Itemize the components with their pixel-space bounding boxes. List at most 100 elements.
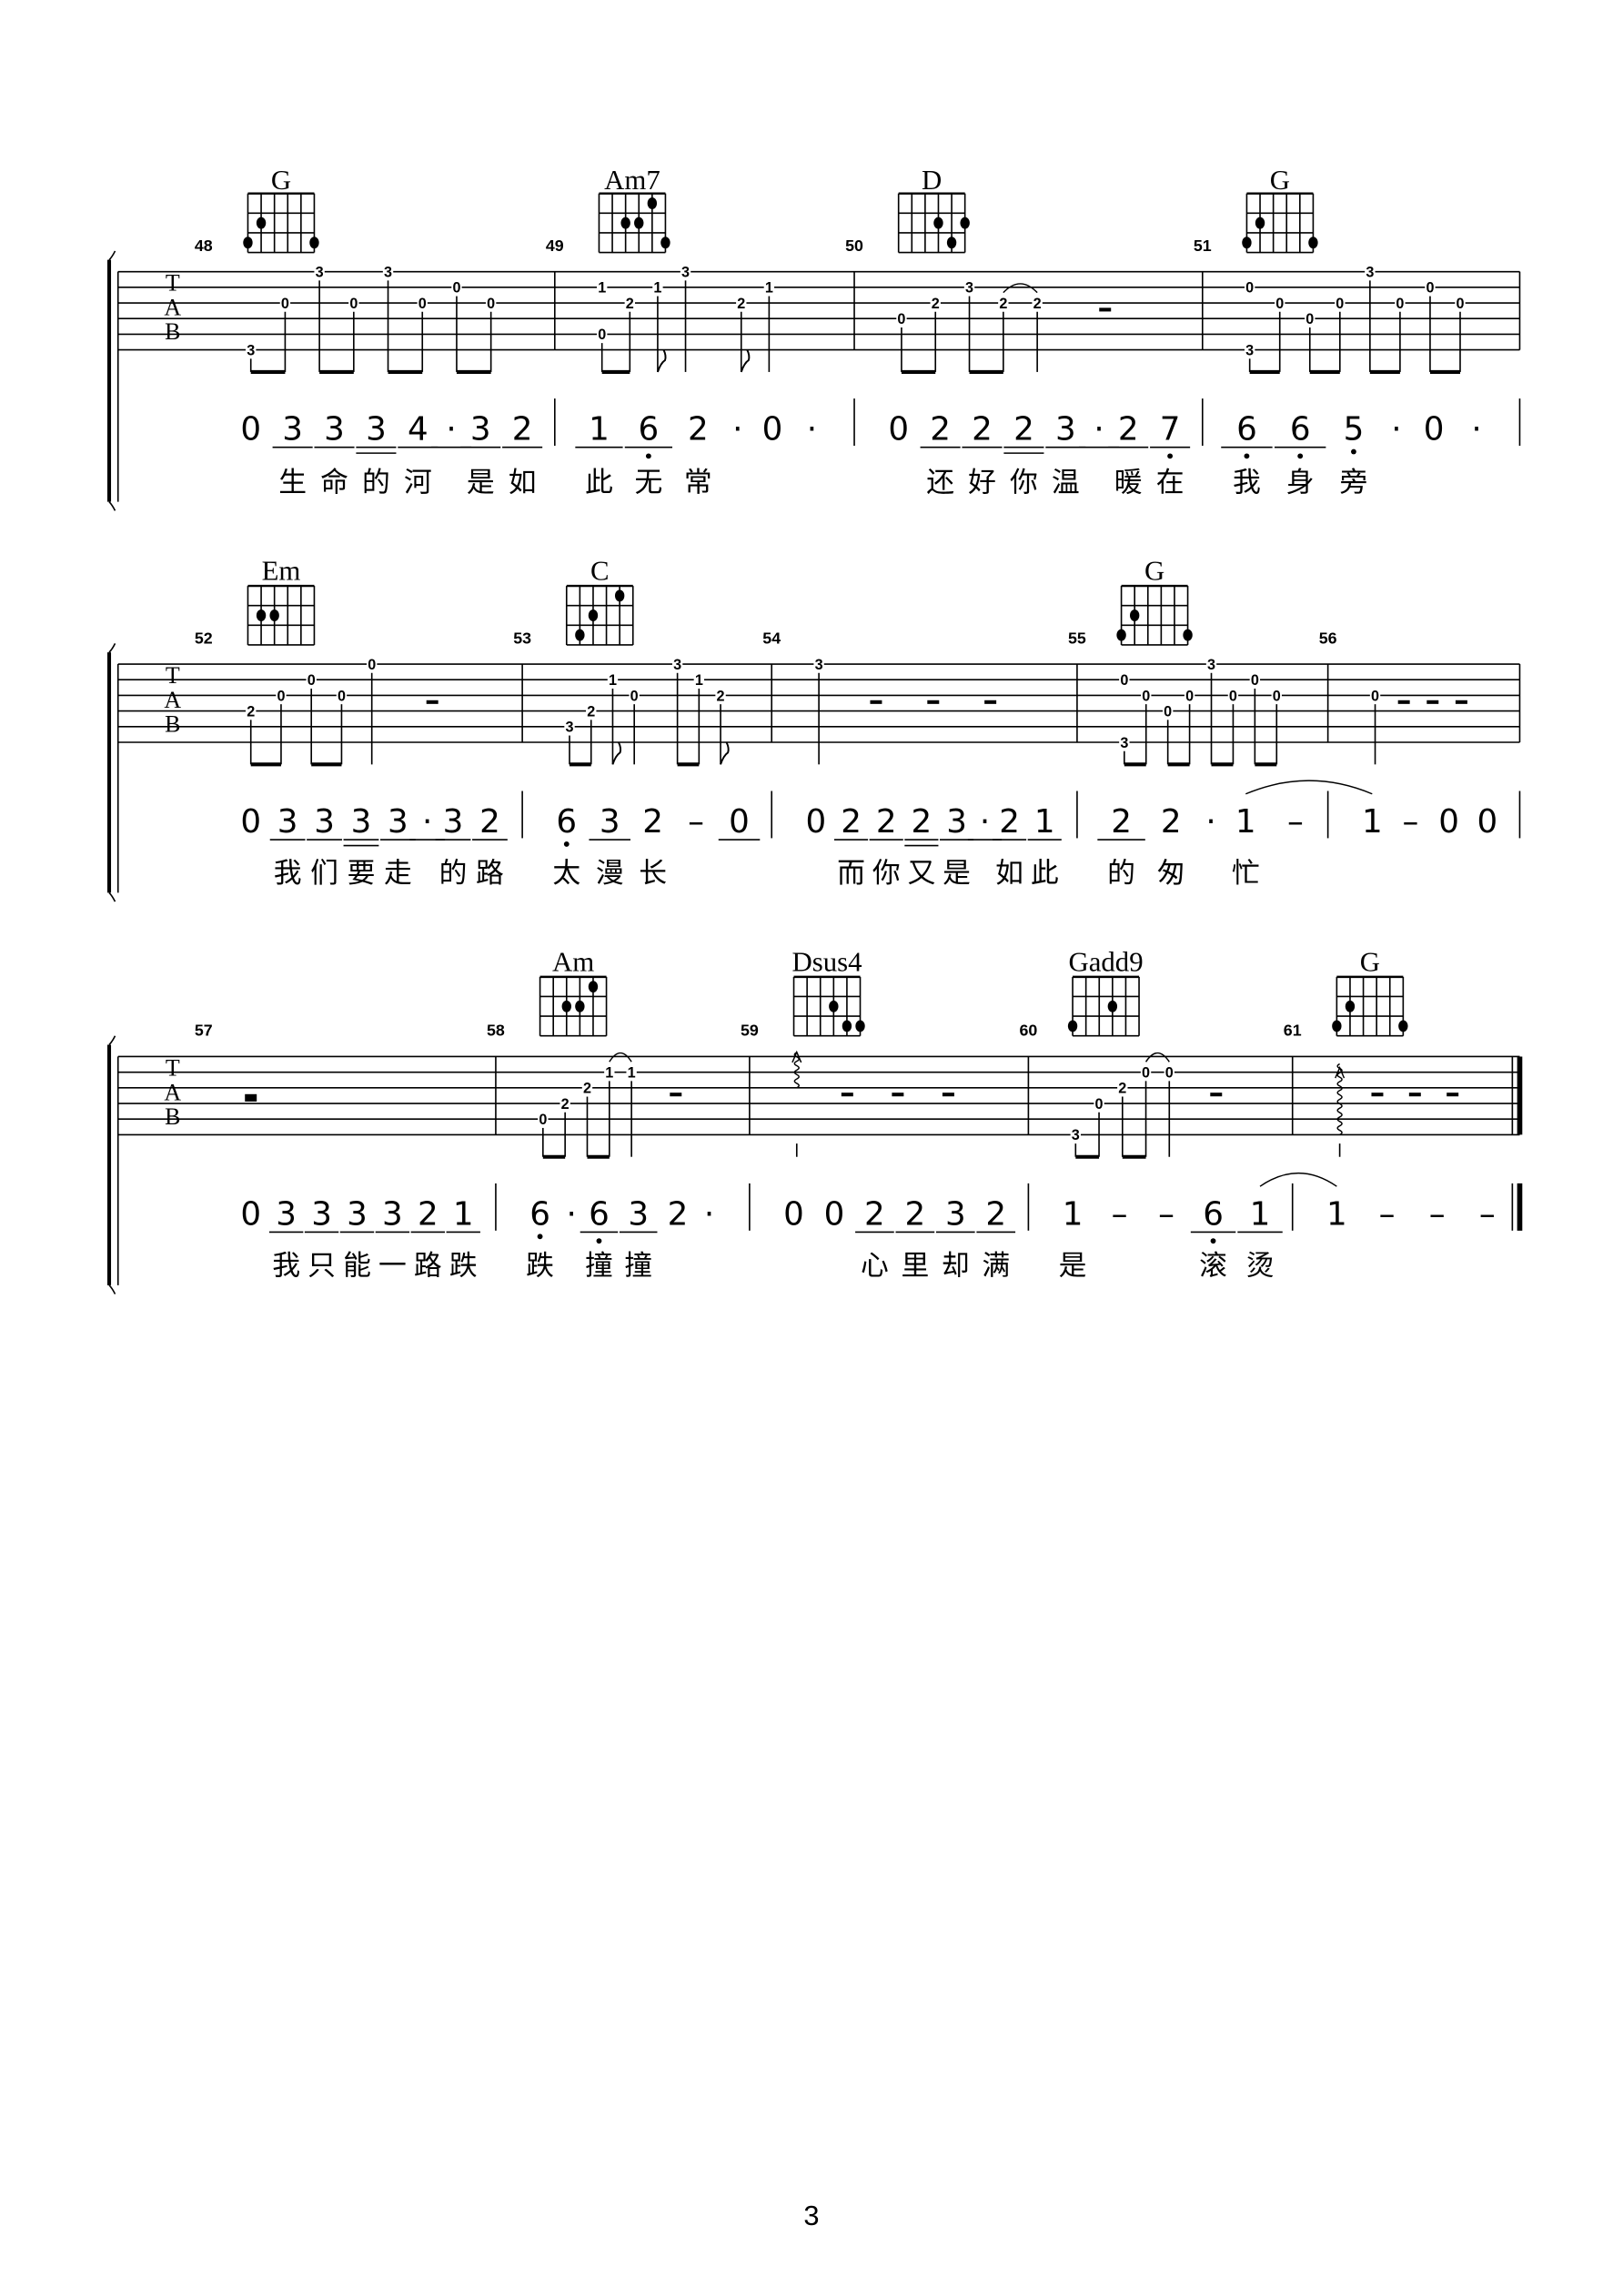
jianpu-note: 3 — [277, 803, 298, 841]
jianpu-note: 6 — [1290, 411, 1311, 448]
tab-fret-number: 0 — [1120, 672, 1128, 689]
jianpu-note: 0 — [240, 1195, 261, 1233]
chord-finger-dot — [1183, 629, 1193, 641]
lyric-syllable: 满 — [982, 1249, 1010, 1282]
lyric-syllable: 是 — [943, 857, 971, 890]
jianpu-note: 2 — [1111, 803, 1132, 841]
tab-fret-number: 3 — [1120, 735, 1128, 751]
lyric-syllable: 路 — [414, 1249, 442, 1282]
lyric-syllable: 太 — [552, 857, 580, 890]
tab-fret-number: 0 — [1142, 688, 1150, 704]
lyric-syllable: 匆 — [1157, 857, 1185, 890]
lyric-syllable: 河 — [404, 466, 432, 498]
chord-finger-dot — [588, 609, 599, 622]
jianpu-note: 1 — [589, 411, 610, 448]
jianpu-note: 1 — [1034, 803, 1055, 841]
measure-number: 61 — [1284, 1022, 1302, 1040]
jianpu-note: 2 — [841, 803, 862, 841]
lyric-syllable: 我 — [274, 857, 302, 890]
jianpu-note: 6 — [639, 411, 660, 448]
lyric-syllable: 走 — [384, 857, 412, 890]
tab-fret-number: 2 — [932, 296, 940, 312]
chord-name: G — [1270, 165, 1290, 196]
chord-finger-dot — [634, 217, 644, 229]
chord-name: Am7 — [604, 165, 660, 196]
jianpu-note: 1 — [453, 1195, 474, 1233]
jianpu-low-dot — [1351, 448, 1356, 455]
jianpu-dot: · — [1391, 411, 1401, 448]
jianpu-dot: · — [446, 411, 456, 448]
tab-fret-number: 0 — [1275, 296, 1284, 312]
tab-fret-number: 2 — [1118, 1081, 1126, 1097]
lyric-syllable: 忙 — [1232, 857, 1260, 890]
jianpu-note: 2 — [905, 1195, 926, 1233]
jianpu-dot: · — [1471, 411, 1481, 448]
tab-fret-number: 3 — [1366, 264, 1374, 280]
chord-name: G — [1144, 556, 1164, 587]
chord-finger-dot — [829, 1000, 839, 1012]
chord-finger-dot — [1107, 1000, 1118, 1012]
chord-finger-dot — [946, 237, 957, 249]
lyric-syllable: 暖 — [1114, 466, 1143, 498]
jianpu-note: 2 — [1118, 411, 1139, 448]
measure-number: 54 — [762, 629, 781, 647]
chord-name: Gadd9 — [1068, 946, 1143, 977]
jianpu-note: 2 — [985, 1195, 1006, 1233]
jianpu-note: 0 — [240, 803, 261, 841]
chord-name: Dsus4 — [792, 946, 862, 977]
jianpu-dot: · — [980, 803, 990, 841]
tab-fret-number: 1 — [598, 280, 606, 297]
tab-fret-number: 2 — [247, 703, 255, 720]
tab-fret-number: 0 — [1396, 296, 1404, 312]
chord-finger-dot — [855, 1020, 865, 1032]
measure-number: 53 — [513, 629, 531, 647]
jianpu-note: 3 — [276, 1195, 297, 1233]
measure-number: 51 — [1194, 237, 1212, 255]
jianpu-note: 4 — [408, 411, 428, 448]
jianpu-note: 1 — [1250, 1195, 1271, 1233]
tab-fret-number: 0 — [1165, 1064, 1174, 1081]
jianpu-note: 3 — [347, 1195, 368, 1233]
tab-fret-number: 0 — [1305, 311, 1314, 327]
chord-finger-dot — [256, 217, 267, 229]
jianpu-note: 2 — [864, 1195, 885, 1233]
tab-fret-number: 0 — [1229, 688, 1237, 704]
tab-fret-number: 3 — [673, 657, 681, 673]
tab-fret-number: 0 — [1142, 1064, 1150, 1081]
tab-fret-number: 1 — [765, 280, 773, 297]
jianpu-note: 0 — [806, 803, 827, 841]
chord-finger-dot — [1398, 1020, 1408, 1032]
tab-fret-number: 0 — [307, 672, 316, 689]
tab-clef-letter: B — [165, 318, 180, 345]
lyric-syllable: 只 — [307, 1249, 336, 1282]
jianpu-low-dot — [645, 453, 651, 459]
tab-fret-number: 0 — [1164, 703, 1172, 720]
jianpu-note: 0 — [888, 411, 909, 448]
lyric-syllable: 温 — [1052, 466, 1080, 498]
rest — [892, 1093, 904, 1097]
chord-finger-dot — [620, 217, 630, 229]
tab-fret-number: 0 — [630, 688, 639, 704]
rest — [670, 1093, 682, 1097]
lyric-syllable: 在 — [1156, 466, 1184, 498]
jianpu-note: 6 — [529, 1195, 550, 1233]
tab-fret-number: 0 — [338, 688, 346, 704]
tab-clef-letter: T — [166, 270, 180, 297]
lyric-syllable: 好 — [968, 466, 996, 498]
lyric-syllable: 此 — [1031, 857, 1059, 890]
jianpu-low-dot — [1210, 1238, 1216, 1244]
tab-clef-letter: B — [165, 711, 180, 738]
rest — [1447, 1093, 1459, 1097]
jianpu-note: 2 — [876, 803, 897, 841]
jianpu-note: 3 — [470, 411, 491, 448]
chord-finger-dot — [561, 1000, 571, 1012]
chord-finger-dot — [1308, 237, 1318, 249]
measure-number: 58 — [487, 1022, 505, 1040]
lyric-syllable: 是 — [1059, 1249, 1087, 1282]
lyric-syllable: 是 — [467, 466, 495, 498]
jianpu-dot: · — [567, 1195, 577, 1233]
lyric-syllable: 漫 — [596, 857, 624, 890]
chord-finger-dot — [614, 589, 625, 602]
tab-fret-number: 0 — [418, 296, 427, 312]
rest — [1455, 700, 1467, 704]
